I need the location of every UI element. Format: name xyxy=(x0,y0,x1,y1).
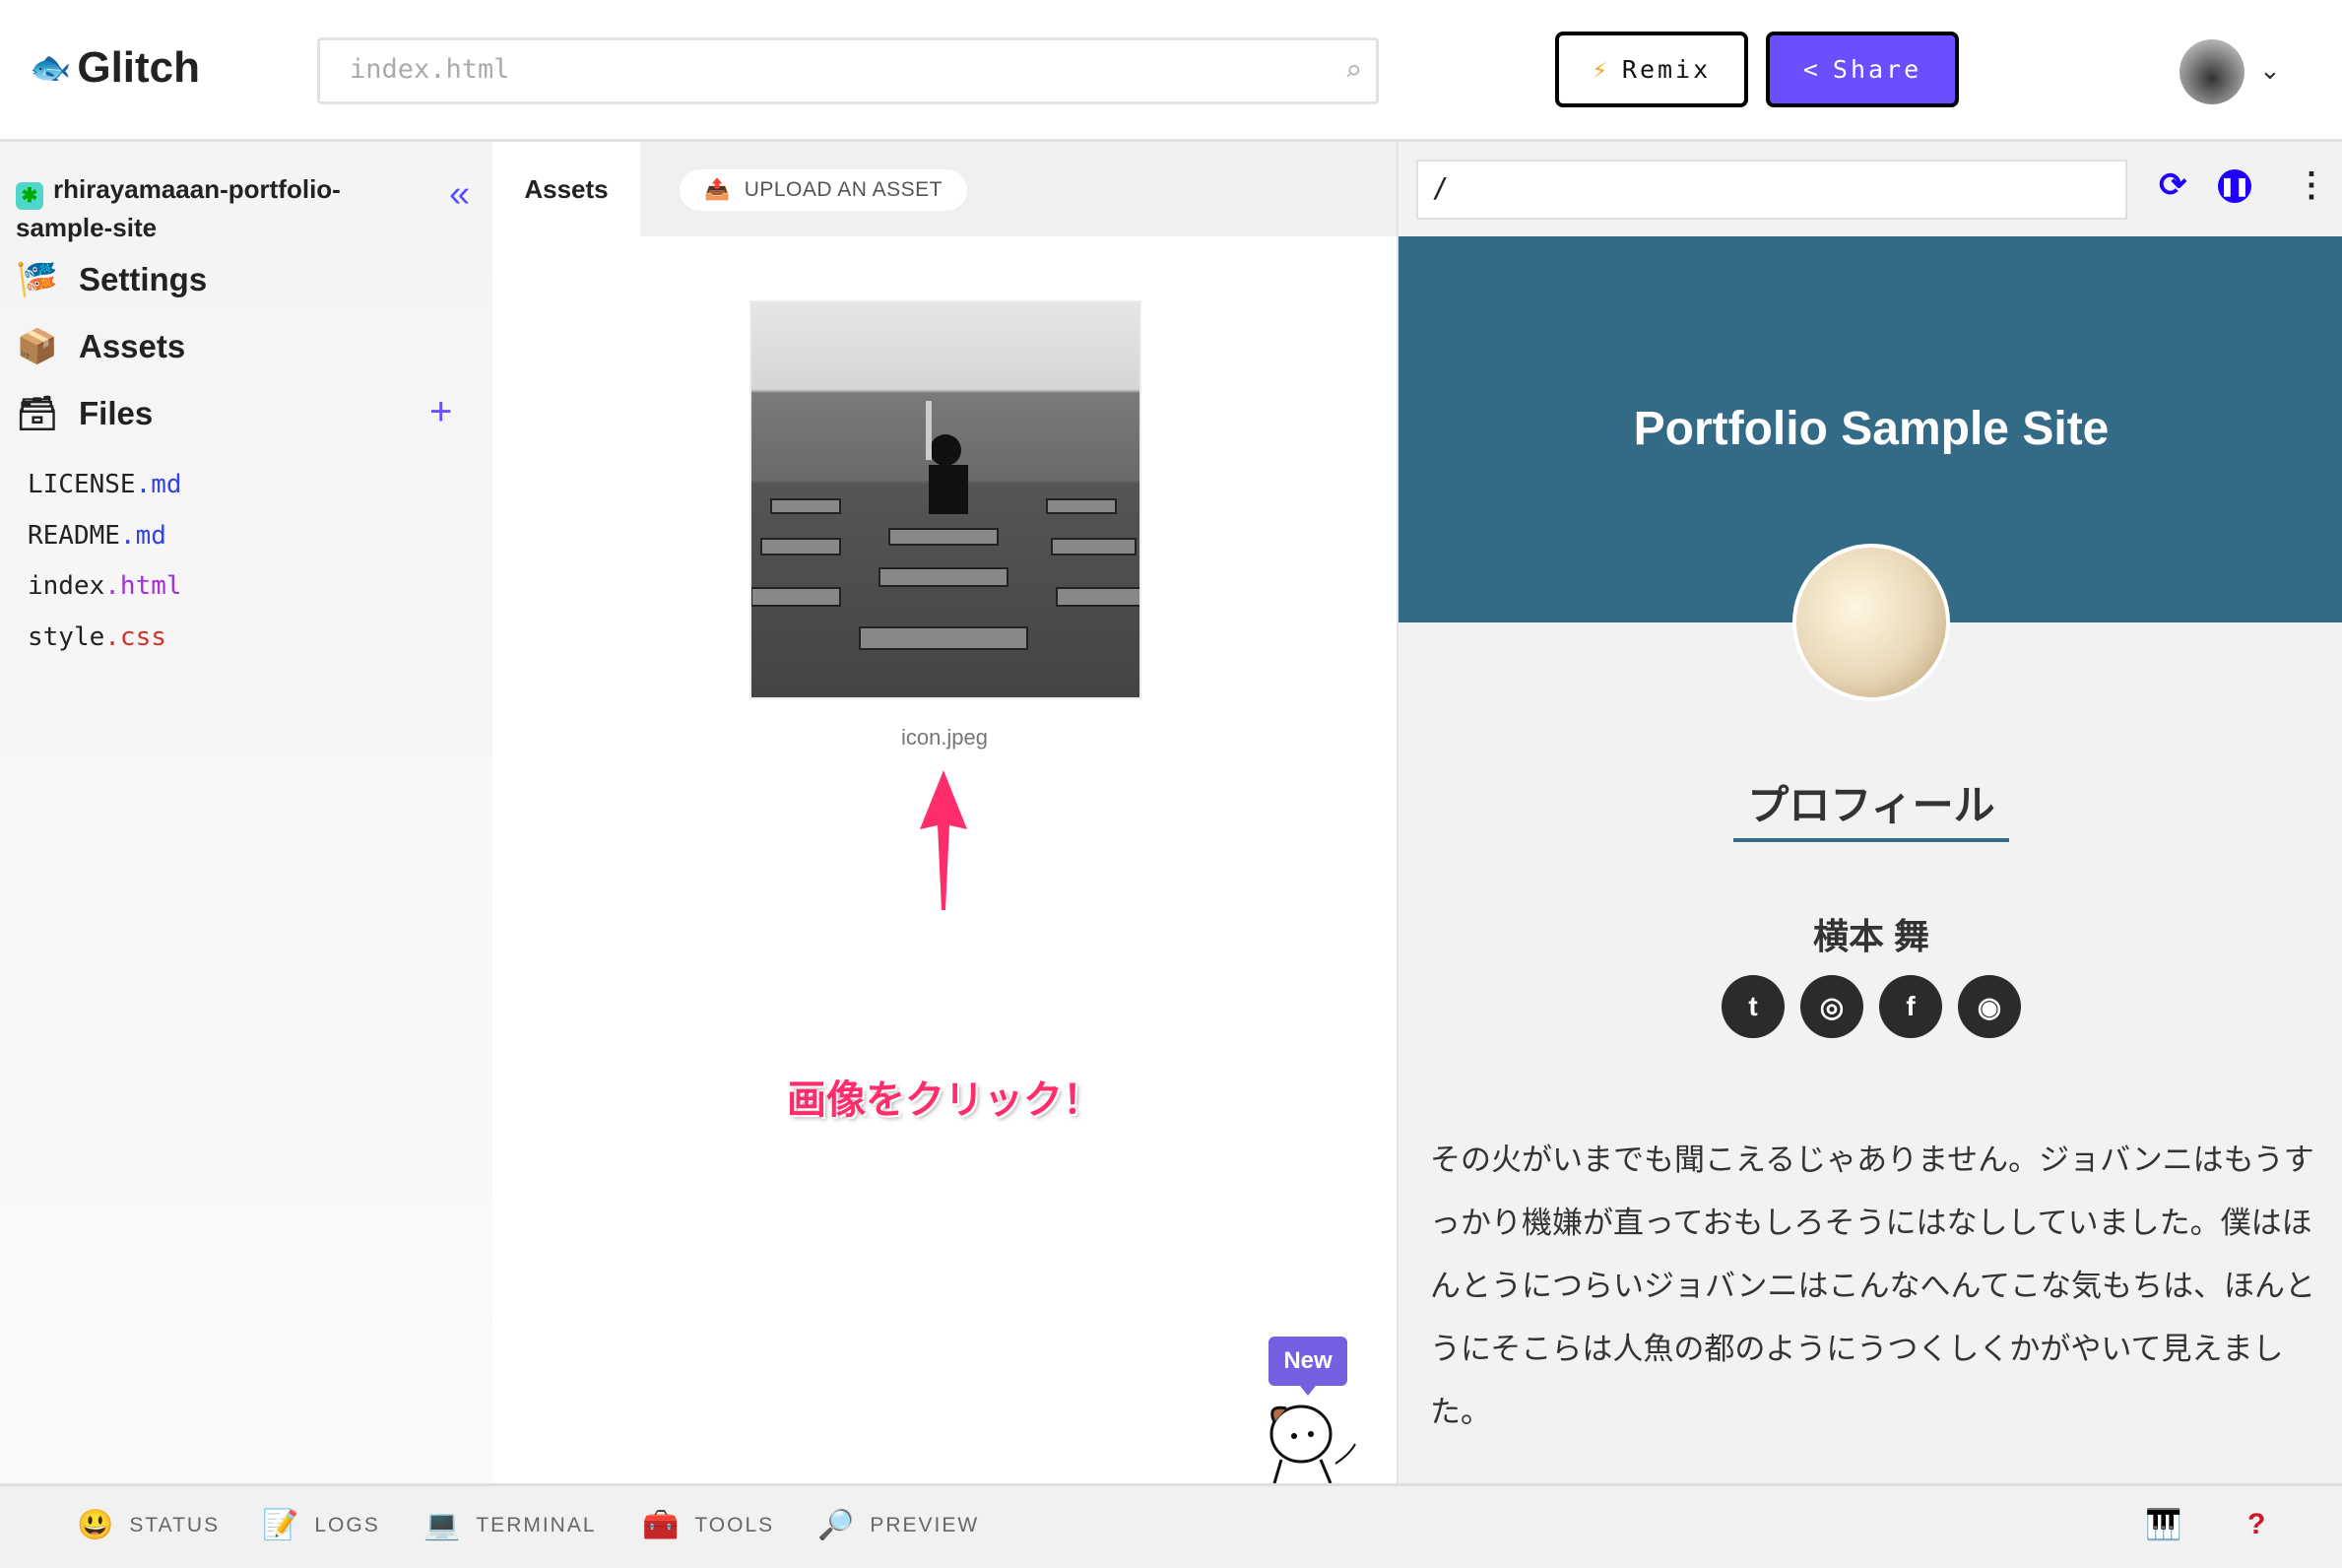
sidebar-item-files[interactable]: 🗃 Files xyxy=(16,394,153,433)
refresh-icon[interactable]: ⟳ xyxy=(2159,165,2187,205)
tools-label: TOOLS xyxy=(694,1513,775,1536)
top-header: 🐟 Glitch index.html ⌕ ⚡ Remix < Share ⌄ xyxy=(0,0,2342,142)
preview-button[interactable]: 🔎 PREVIEW xyxy=(817,1508,979,1542)
profile-name: 横本 舞 xyxy=(1812,916,1929,956)
file-base: index xyxy=(28,571,105,601)
project-name[interactable]: ✱ rhirayamaaan-portfolio-sample-site xyxy=(16,171,351,245)
search-icon: ⌕ xyxy=(1343,54,1362,89)
laptop-icon: 💻 xyxy=(423,1509,463,1541)
share-label: Share xyxy=(1832,55,1922,84)
file-ext: .css xyxy=(104,622,166,652)
instagram-icon[interactable]: ◎ xyxy=(1800,975,1863,1038)
chevron-down-icon[interactable]: ⌄ xyxy=(2259,55,2281,86)
remix-label: Remix xyxy=(1621,55,1712,84)
piano-keys-icon: 🎹 xyxy=(2145,1509,2184,1541)
file-base: README xyxy=(28,521,120,551)
site-title: Portfolio Sample Site xyxy=(1633,403,2110,455)
file-cabinet-icon: 🗃 xyxy=(16,395,59,432)
file-ext: .html xyxy=(104,571,182,601)
logs-button[interactable]: 📝 LOGS xyxy=(262,1508,380,1542)
tools-button[interactable]: 🧰 TOOLS xyxy=(642,1508,774,1542)
more-options-icon[interactable]: ⋮ xyxy=(2295,165,2328,205)
fish-logo-icon: 🐟 xyxy=(30,49,72,87)
profile-heading: プロフィール xyxy=(1747,782,1995,828)
bottom-toolbar: 😃 STATUS 📝 LOGS 💻 TERMINAL 🧰 TOOLS 🔎 PREVIEW … xyxy=(0,1483,2342,1568)
file-item[interactable]: index.html xyxy=(28,571,182,601)
logo-text: Glitch xyxy=(77,43,201,92)
tab-assets[interactable]: Assets xyxy=(492,142,640,236)
lightning-icon: ⚡ xyxy=(1592,55,1610,84)
classroom-photo xyxy=(751,401,1139,650)
github-icon[interactable]: ◉ xyxy=(1958,975,2021,1038)
logs-label: LOGS xyxy=(314,1513,380,1536)
url-text: / xyxy=(1432,171,1449,204)
magnifier-icon: 🔎 xyxy=(817,1509,857,1541)
file-item[interactable]: README.md xyxy=(28,521,166,551)
asset-filename[interactable]: icon.jpeg xyxy=(492,725,1397,751)
pause-icon[interactable]: ❚❚ xyxy=(2218,169,2251,203)
package-icon: 📦 xyxy=(16,328,59,365)
file-base: style xyxy=(28,622,105,652)
sidebar-item-settings[interactable]: 🎏 Settings xyxy=(16,260,207,299)
upload-asset-button[interactable]: 📤 UPLOAD AN ASSET xyxy=(680,169,967,211)
file-item[interactable]: style.css xyxy=(28,622,166,652)
memo-icon: 📝 xyxy=(262,1509,301,1541)
upload-icon: 📤 xyxy=(704,178,731,201)
sidebar: ✱ rhirayamaaan-portfolio-sample-site « 🎏 S… xyxy=(0,142,492,1483)
arrow-up-annotation-icon xyxy=(920,770,967,910)
assets-tabbar: Assets 📤 UPLOAD AN ASSET xyxy=(492,142,1397,236)
status-button[interactable]: 😃 STATUS xyxy=(77,1508,220,1542)
search-placeholder: index.html xyxy=(350,54,510,85)
site-avatar-dreamcatcher xyxy=(1792,544,1950,701)
file-item[interactable]: LICENSE.md xyxy=(28,470,182,499)
question-mark-icon: ? xyxy=(2247,1508,2268,1540)
file-base: LICENSE xyxy=(28,470,136,499)
file-ext: .md xyxy=(135,470,182,499)
file-ext: .md xyxy=(119,521,166,551)
toolbox-icon: 🧰 xyxy=(642,1509,682,1541)
terminal-label: TERMINAL xyxy=(476,1513,597,1536)
remix-button[interactable]: ⚡ Remix xyxy=(1555,32,1748,107)
new-badge-label: New xyxy=(1283,1347,1333,1374)
carp-streamer-icon: 🎏 xyxy=(16,261,59,298)
project-name-text: rhirayamaaan-portfolio-sample-site xyxy=(16,174,341,242)
smiley-icon: 😃 xyxy=(77,1509,116,1541)
annotation-text: 画像をクリック！ xyxy=(787,1078,1102,1122)
dog-mascot-icon[interactable] xyxy=(1257,1395,1365,1483)
facebook-icon[interactable]: f xyxy=(1879,975,1942,1038)
new-badge[interactable]: New xyxy=(1269,1337,1347,1396)
share-button[interactable]: < Share xyxy=(1766,32,1959,107)
add-file-icon[interactable]: + xyxy=(429,390,452,434)
nav-label: Assets xyxy=(79,328,186,364)
user-avatar[interactable] xyxy=(2179,39,2244,104)
help-button[interactable]: ? xyxy=(2247,1508,2267,1541)
collapse-sidebar-icon[interactable]: « xyxy=(449,173,470,216)
glitch-logo[interactable]: 🐟 Glitch xyxy=(30,43,200,93)
asset-thumbnail[interactable] xyxy=(749,300,1141,699)
heading-underline xyxy=(1733,838,2009,842)
assets-panel: Assets 📤 UPLOAD AN ASSET icon.jpeg 画像をクリッ… xyxy=(492,142,1397,1483)
upload-label: UPLOAD AN ASSET xyxy=(744,178,943,201)
preview-panel: / ⟳ ❚❚ ⋮ Portfolio Sample Site プロフィール 横本… xyxy=(1397,142,2342,1483)
project-icon: ✱ xyxy=(16,182,43,210)
profile-paragraph: その火がいまでも聞こえるじゃありません。ジョバンニはもうすっかり機嫌が直っておも… xyxy=(1430,1143,2315,1429)
nav-label: Files xyxy=(79,395,154,431)
keyboard-shortcuts-button[interactable]: 🎹 xyxy=(2145,1508,2183,1542)
status-label: STATUS xyxy=(129,1513,221,1536)
twitter-icon[interactable]: t xyxy=(1722,975,1785,1038)
search-input[interactable]: index.html ⌕ xyxy=(317,37,1379,104)
preview-label: PREVIEW xyxy=(870,1513,980,1536)
nav-label: Settings xyxy=(79,261,208,297)
share-icon: < xyxy=(1802,55,1821,84)
sidebar-item-assets[interactable]: 📦 Assets xyxy=(16,327,185,366)
terminal-button[interactable]: 💻 TERMINAL xyxy=(423,1508,597,1542)
preview-url-input[interactable]: / xyxy=(1416,160,2127,220)
